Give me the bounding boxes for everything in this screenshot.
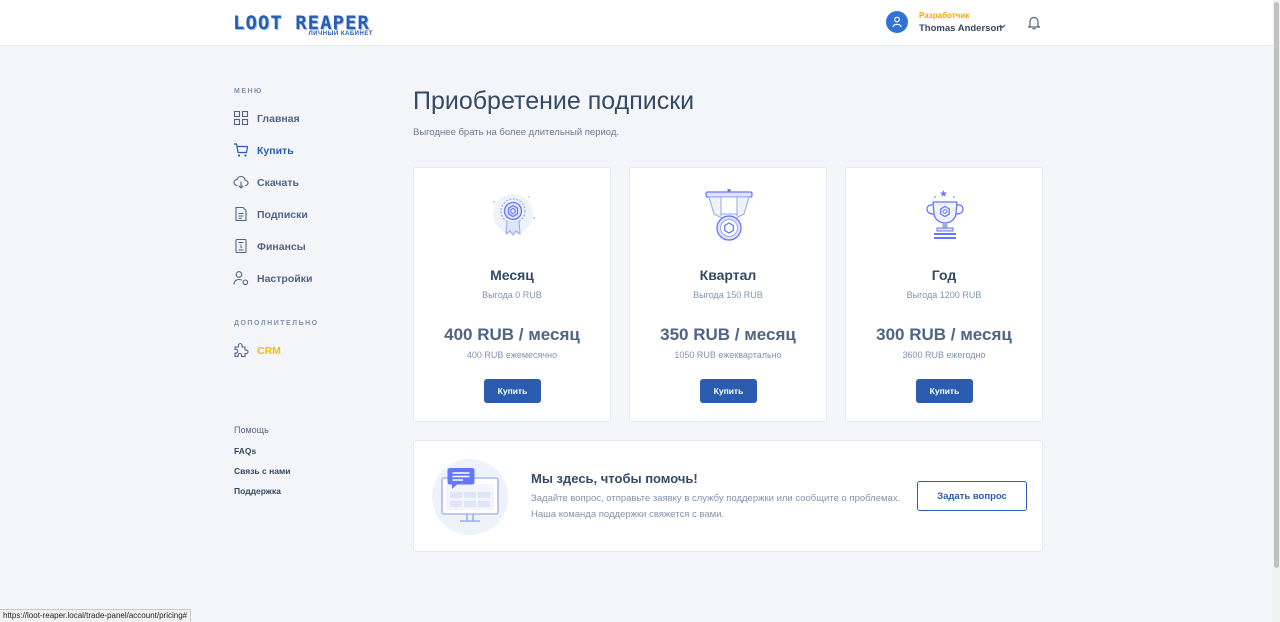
invoice-icon: $ — [235, 238, 247, 254]
buy-button[interactable]: Купить — [484, 379, 541, 403]
sidebar-item-label: Настройки — [257, 273, 313, 285]
user-role: Разработчик — [919, 11, 970, 20]
sidebar-item-label: Финансы — [257, 241, 306, 253]
help-link-contact[interactable]: Связь с нами — [234, 466, 291, 476]
help-card: Мы здесь, чтобы помочь! Задайте вопрос, … — [413, 440, 1043, 552]
user-icon — [892, 16, 902, 28]
sidebar-item-subscriptions[interactable]: Подписки — [233, 206, 373, 224]
cloud-download-icon — [233, 175, 249, 189]
plan-price: 300 RUB / месяц — [876, 325, 1012, 344]
user-name: Thomas Anderson — [919, 23, 1003, 34]
page-title: Приобретение подписки — [413, 87, 695, 115]
top-header: LOOT REAPER ЛИЧНЫЙ КАБИНЕТ Разработчик T… — [0, 0, 1273, 46]
help-link-support[interactable]: Поддержка — [234, 486, 281, 496]
plan-billing: 400 RUB ежемесячно — [466, 350, 558, 360]
sidebar-item-label: Купить — [257, 145, 294, 157]
sidebar-item-label: Подписки — [257, 209, 308, 221]
plan-card-quarter: Квартал Выгода 150 RUB 350 RUB / месяц 1… — [629, 167, 827, 422]
document-icon — [235, 206, 247, 222]
plan-card-year: Год Выгода 1200 RUB 300 RUB / месяц 3600… — [845, 167, 1043, 422]
plan-price: 400 RUB / месяц — [444, 325, 580, 344]
extra-heading: ДОПОЛНИТЕЛЬНО — [234, 320, 319, 327]
bell-icon[interactable] — [1027, 15, 1041, 30]
plan-billing: 1050 RUB ежеквартально — [674, 350, 782, 360]
sidebar-item-label: Главная — [257, 113, 300, 125]
help-text: Задайте вопрос, отправьте заявку в служб… — [531, 493, 901, 520]
cart-icon — [234, 143, 249, 157]
puzzle-icon — [234, 342, 249, 358]
status-bar-url: https://loot-reaper.local/trade-panel/ac… — [0, 609, 192, 622]
sidebar-item-home[interactable]: Главная — [233, 110, 373, 128]
sidebar-item-label: CRM — [257, 345, 281, 357]
logo-text: LOOT REAPER — [233, 12, 370, 34]
plan-billing: 3600 RUB ежегодно — [902, 350, 986, 360]
logo-subtitle: ЛИЧНЫЙ КАБИНЕТ — [308, 31, 373, 37]
avatar — [886, 11, 908, 33]
trophy-icon — [926, 190, 964, 239]
menu-heading: МЕНЮ — [234, 88, 263, 95]
sidebar-item-settings[interactable]: Настройки — [233, 270, 373, 288]
medal-icon — [705, 189, 753, 241]
plan-benefit: Выгода 1200 RUB — [906, 290, 982, 300]
user-settings-icon — [233, 271, 249, 286]
svg-text:$: $ — [239, 244, 243, 250]
sidebar-item-buy[interactable]: Купить — [233, 142, 373, 160]
plan-name: Месяц — [490, 267, 534, 283]
help-title: Мы здесь, чтобы помочь! — [531, 471, 698, 486]
logo[interactable]: LOOT REAPER ЛИЧНЫЙ КАБИНЕТ — [233, 13, 375, 39]
sidebar-item-finances[interactable]: $ Финансы — [233, 238, 373, 256]
grid-icon — [233, 110, 249, 126]
plan-name: Год — [931, 267, 957, 283]
buy-button[interactable]: Купить — [916, 379, 973, 403]
badge-icon — [492, 194, 536, 236]
page-subtitle: Выгоднее брать на более длительный перио… — [413, 127, 620, 138]
plan-name: Квартал — [699, 267, 757, 283]
buy-button[interactable]: Купить — [700, 379, 757, 403]
plan-benefit: Выгода 150 RUB — [693, 290, 763, 300]
plan-card-month: Месяц Выгода 0 RUB 400 RUB / месяц 400 R… — [413, 167, 611, 422]
sidebar-item-crm[interactable]: CRM — [233, 342, 373, 360]
plan-price: 350 RUB / месяц — [660, 325, 796, 344]
plan-benefit: Выгода 0 RUB — [482, 290, 542, 300]
help-heading: Помощь — [234, 425, 269, 435]
sidebar-item-label: Скачать — [257, 177, 299, 189]
support-chat-icon — [432, 459, 508, 535]
help-link-faqs[interactable]: FAQs — [234, 446, 256, 456]
ask-question-button[interactable]: Задать вопрос — [917, 481, 1027, 511]
scrollbar[interactable] — [1273, 0, 1280, 622]
chevron-down-icon — [999, 24, 1006, 29]
sidebar-item-download[interactable]: Скачать — [233, 174, 373, 192]
scrollbar-thumb[interactable] — [1274, 2, 1279, 568]
